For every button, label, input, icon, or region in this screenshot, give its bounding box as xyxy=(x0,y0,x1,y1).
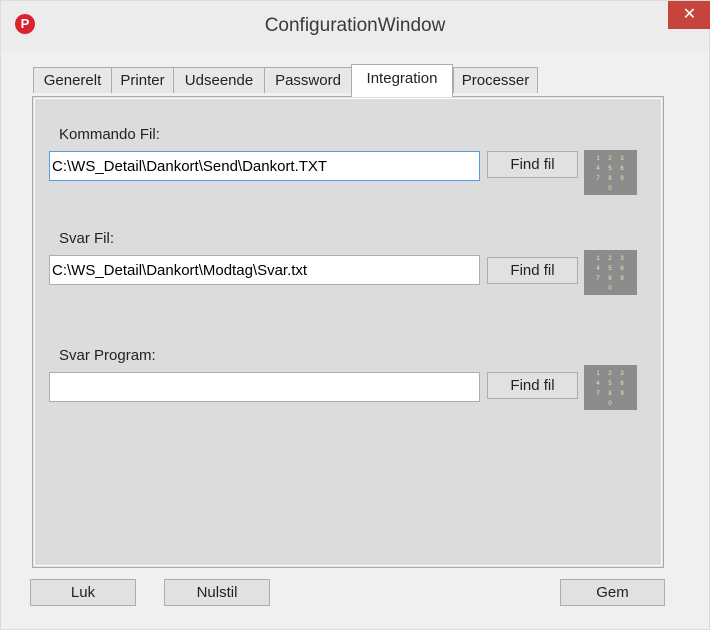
svg-text:2: 2 xyxy=(608,256,612,262)
svar-program-keypad-icon[interactable]: 1 2 3 4 5 6 7 8 9 0 xyxy=(584,365,637,410)
svg-text:1: 1 xyxy=(596,371,600,377)
tab-processer[interactable]: Processer xyxy=(453,67,538,93)
svg-text:6: 6 xyxy=(620,266,624,272)
close-window-button[interactable]: ✕ xyxy=(668,1,710,29)
kommando-fil-input[interactable] xyxy=(49,151,480,181)
svg-text:7: 7 xyxy=(596,176,600,182)
svg-text:1: 1 xyxy=(596,156,600,162)
svar-keypad-icon[interactable]: 1 2 3 4 5 6 7 8 9 0 xyxy=(584,250,637,295)
window-title: ConfigurationWindow xyxy=(264,15,446,36)
svar-program-find-fil-button[interactable]: Find fil xyxy=(487,372,578,399)
svar-program-label: Svar Program: xyxy=(59,347,156,364)
kommando-find-fil-button[interactable]: Find fil xyxy=(487,151,578,178)
svg-text:6: 6 xyxy=(620,166,624,172)
svg-text:7: 7 xyxy=(596,391,600,397)
svg-text:8: 8 xyxy=(608,176,612,182)
svg-text:0: 0 xyxy=(608,401,612,407)
svg-text:5: 5 xyxy=(608,381,612,387)
svg-text:5: 5 xyxy=(608,166,612,172)
svar-program-input[interactable] xyxy=(49,372,480,402)
svg-text:9: 9 xyxy=(620,176,624,182)
close-button[interactable]: Luk xyxy=(30,579,136,606)
reset-button[interactable]: Nulstil xyxy=(164,579,270,606)
kommando-keypad-icon[interactable]: 1 2 3 4 5 6 7 8 9 0 xyxy=(584,150,637,195)
svg-text:8: 8 xyxy=(608,391,612,397)
svg-text:0: 0 xyxy=(608,186,612,192)
svg-text:4: 4 xyxy=(596,266,600,272)
svg-text:5: 5 xyxy=(608,266,612,272)
svg-text:3: 3 xyxy=(620,256,624,262)
svg-text:4: 4 xyxy=(596,381,600,387)
tab-integration[interactable]: Integration xyxy=(351,64,453,97)
tab-udseende[interactable]: Udseende xyxy=(173,67,265,93)
svg-text:7: 7 xyxy=(596,276,600,282)
svg-text:2: 2 xyxy=(608,371,612,377)
title-bar[interactable]: P ConfigurationWindow ✕ xyxy=(1,1,710,51)
tab-password[interactable]: Password xyxy=(264,67,352,93)
svg-text:6: 6 xyxy=(620,381,624,387)
svg-text:9: 9 xyxy=(620,276,624,282)
svg-text:0: 0 xyxy=(608,286,612,292)
tab-printer[interactable]: Printer xyxy=(111,67,174,93)
save-button[interactable]: Gem xyxy=(560,579,665,606)
window-content: Generelt Printer Udseende Password Integ… xyxy=(18,51,693,615)
svg-text:4: 4 xyxy=(596,166,600,172)
kommando-fil-label: Kommando Fil: xyxy=(59,126,160,143)
integration-panel: Kommando Fil: Find fil 1 2 3 4 5 6 7 8 9 0 Sva… xyxy=(32,96,664,568)
svg-text:2: 2 xyxy=(608,156,612,162)
svar-fil-input[interactable] xyxy=(49,255,480,285)
configuration-window: P ConfigurationWindow ✕ Generelt Printer… xyxy=(0,0,710,630)
svg-text:8: 8 xyxy=(608,276,612,282)
svg-text:9: 9 xyxy=(620,391,624,397)
svg-text:1: 1 xyxy=(596,256,600,262)
svg-text:3: 3 xyxy=(620,371,624,377)
svar-find-fil-button[interactable]: Find fil xyxy=(487,257,578,284)
svar-fil-label: Svar Fil: xyxy=(59,230,115,247)
tab-generelt[interactable]: Generelt xyxy=(33,67,112,93)
svg-text:3: 3 xyxy=(620,156,624,162)
